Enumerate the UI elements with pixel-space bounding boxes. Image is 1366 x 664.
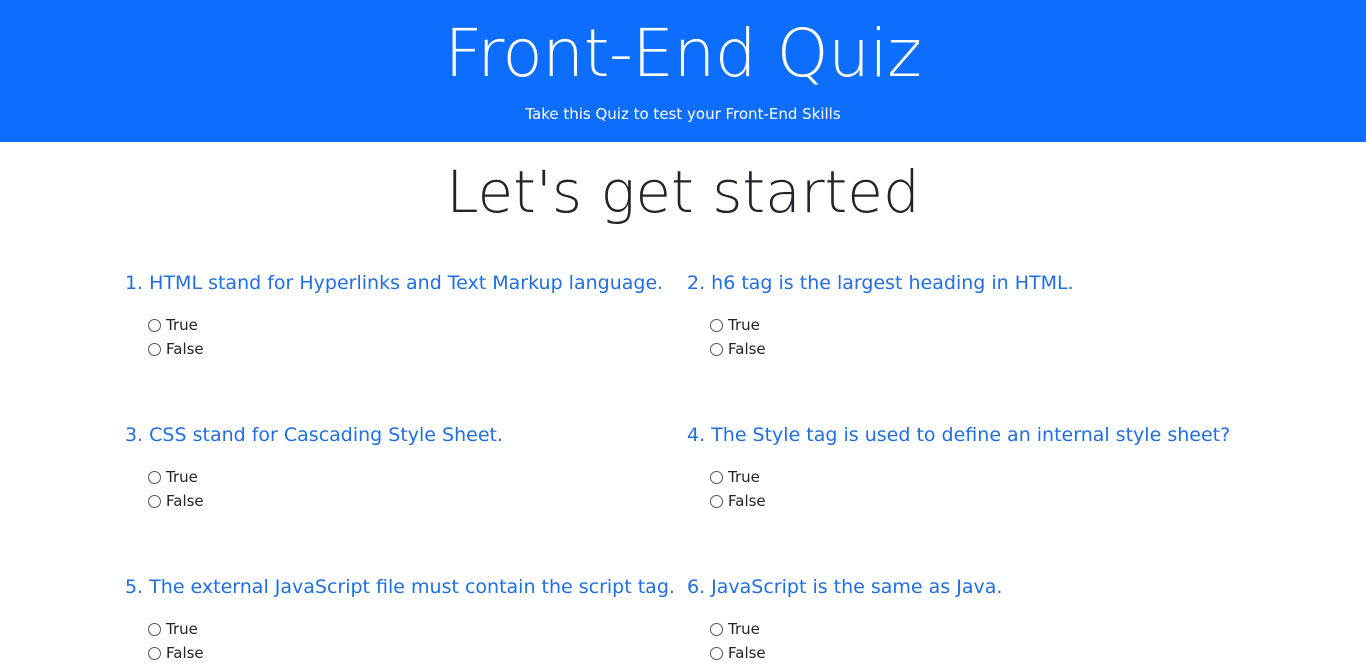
q6-option-false[interactable]: False [710,642,766,664]
option-label: True [166,468,198,486]
option-label: True [166,316,198,334]
radio-button[interactable] [148,622,161,636]
option-label: True [728,620,760,638]
radio-button[interactable] [148,646,161,660]
question-text: 5. The external JavaScript file must con… [125,576,675,598]
radio-button[interactable] [710,342,723,356]
option-label: False [166,644,204,662]
q2-option-false[interactable]: False [710,338,766,360]
radio-button[interactable] [148,318,161,332]
q2-option-true[interactable]: True [710,314,760,336]
q3-option-false[interactable]: False [148,490,204,512]
option-label: False [728,340,766,358]
question-text: 3. CSS stand for Cascading Style Sheet. [125,424,504,446]
question-text: 6. JavaScript is the same as Java. [687,576,1003,598]
option-label: True [728,316,760,334]
radio-button[interactable] [148,342,161,356]
radio-button[interactable] [710,494,723,508]
q5-option-true[interactable]: True [148,618,198,640]
radio-button[interactable] [710,622,723,636]
q5-option-false[interactable]: False [148,642,204,664]
page-subtitle: Take this Quiz to test your Front-End Sk… [525,105,841,123]
option-label: True [728,468,760,486]
radio-button[interactable] [710,470,723,484]
radio-button[interactable] [148,494,161,508]
radio-button[interactable] [148,470,161,484]
q4-option-true[interactable]: True [710,466,760,488]
page-title: Front-End Quiz [444,15,922,92]
radio-button[interactable] [710,646,723,660]
option-label: False [728,644,766,662]
intro-heading: Let's get started [446,158,920,226]
option-label: False [728,492,766,510]
option-label: False [166,340,204,358]
q1-option-false[interactable]: False [148,338,204,360]
q4-option-false[interactable]: False [710,490,766,512]
q6-option-true[interactable]: True [710,618,760,640]
option-label: True [166,620,198,638]
option-label: False [166,492,204,510]
q3-option-true[interactable]: True [148,466,198,488]
radio-button[interactable] [710,318,723,332]
question-text: 1. HTML stand for Hyperlinks and Text Ma… [125,272,664,294]
question-text: 2. h6 tag is the largest heading in HTML… [687,272,1074,294]
page-header: Front-End Quiz Take this Quiz to test yo… [0,0,1366,142]
question-text: 4. The Style tag is used to define an in… [687,424,1231,446]
q1-option-true[interactable]: True [148,314,198,336]
